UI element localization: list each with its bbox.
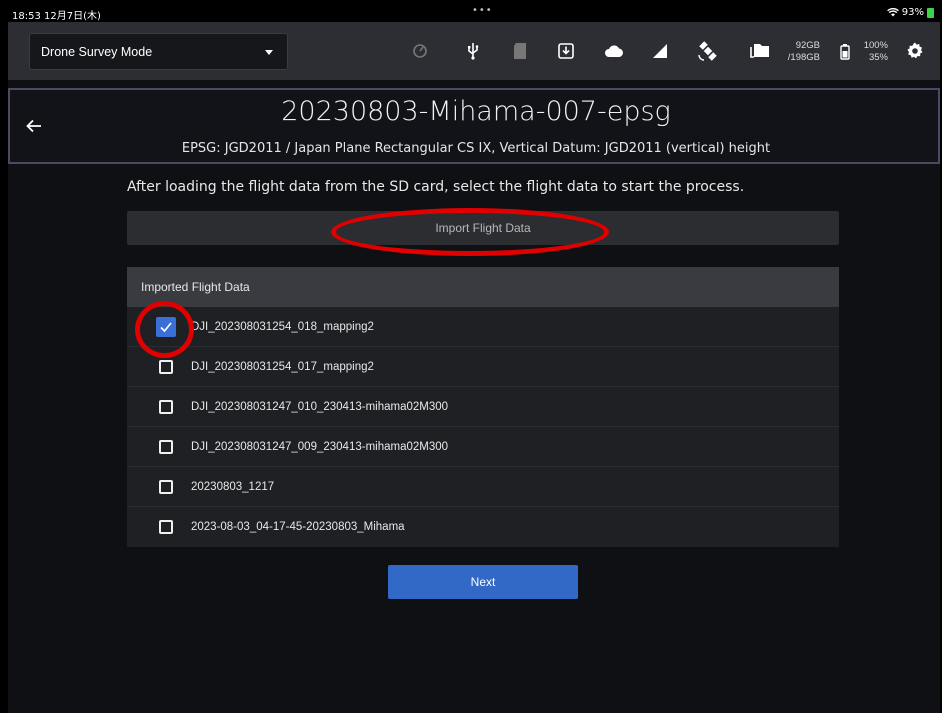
device-screen: 18:53 12月7日(木) ••• 93% Drone Survey Mode	[0, 0, 942, 713]
page-title: 20230803-Mihama-007-epsg	[281, 96, 671, 127]
list-item-label: DJI_202308031247_010_230413-mihama02M300	[191, 400, 449, 413]
list-item-label: 20230803_1217	[191, 480, 275, 493]
list-item[interactable]: DJI_202308031254_018_mapping2	[127, 307, 839, 347]
next-button[interactable]: Next	[388, 565, 578, 599]
checkbox[interactable]	[159, 520, 173, 534]
drone-battery-indicator: 100% 35%	[840, 36, 900, 68]
checkbox[interactable]	[159, 439, 173, 454]
list-item[interactable]: DJI_202308031254_017_mapping2	[127, 347, 839, 387]
checkbox-checked[interactable]	[156, 316, 176, 337]
storage-indicator: 92GB /198GB	[750, 36, 830, 68]
list-header: Imported Flight Data	[127, 267, 839, 307]
signal-icon[interactable]	[652, 42, 668, 60]
mode-select-value: Drone Survey Mode	[41, 44, 153, 59]
list-item[interactable]: DJI_202308031247_010_230413-mihama02M300	[127, 387, 839, 427]
status-time: 18:53 12月7日(木)	[12, 11, 101, 22]
battery-text: 100% 35%	[858, 40, 888, 64]
timer-icon[interactable]	[412, 42, 428, 60]
battery-top: 100%	[863, 40, 888, 51]
usb-icon[interactable]	[466, 42, 480, 60]
chevron-down-icon	[265, 50, 273, 55]
battery-bottom: 35%	[868, 52, 888, 63]
page-subtitle: EPSG: JGD2011 / Japan Plane Rectangular …	[181, 141, 771, 156]
list-item[interactable]: 2023-08-03_04-17-45-20230803_Mihama	[127, 507, 839, 547]
wifi-icon	[886, 8, 899, 17]
main-content: 20230803-Mihama-007-epsg EPSG: JGD2011 /…	[8, 80, 940, 713]
list-item-label: DJI_202308031254_018_mapping2	[191, 320, 374, 333]
imported-flight-data-list: Imported Flight Data DJI_202308031254_01…	[127, 267, 839, 547]
list-item-label: DJI_202308031254_017_mapping2	[191, 360, 374, 373]
check-icon	[160, 321, 172, 332]
list-rows: DJI_202308031254_018_mapping2 DJI_2023080…	[127, 307, 839, 547]
settings-icon[interactable]	[906, 42, 924, 60]
multitask-dots[interactable]: •••	[472, 5, 493, 16]
download-icon[interactable]	[558, 42, 574, 60]
app-toolbar: Drone Survey Mode 92GB /198GB 100% 35%	[8, 22, 940, 80]
storage-used: 92GB	[795, 40, 820, 51]
checkbox[interactable]	[159, 479, 173, 494]
battery-icon	[840, 44, 850, 60]
import-flight-data-button[interactable]: Import Flight Data	[127, 211, 839, 245]
battery-charging-icon	[927, 7, 934, 18]
storage-total: /198GB	[787, 52, 820, 63]
list-item-label: DJI_202308031247_009_230413-mihama02M300	[191, 440, 449, 453]
satellite-icon[interactable]	[698, 41, 718, 61]
sd-card-icon[interactable]	[513, 42, 527, 60]
checkbox[interactable]	[159, 399, 173, 414]
instruction-text: After loading the flight data from the S…	[127, 179, 745, 195]
status-bar: 18:53 12月7日(木) ••• 93%	[4, 4, 940, 22]
page-header: 20230803-Mihama-007-epsg EPSG: JGD2011 /…	[8, 88, 940, 164]
checkbox[interactable]	[159, 359, 173, 374]
list-item-label: 2023-08-03_04-17-45-20230803_Mihama	[191, 521, 405, 533]
list-item[interactable]: DJI_202308031247_009_230413-mihama02M300	[127, 427, 839, 467]
storage-text: 92GB /198GB	[782, 40, 820, 64]
battery-percent: 93%	[901, 7, 924, 18]
list-item[interactable]: 20230803_1217	[127, 467, 839, 507]
status-right: 93%	[886, 7, 934, 18]
folder-icon	[750, 44, 769, 58]
mode-select[interactable]: Drone Survey Mode	[29, 33, 288, 70]
cloud-icon[interactable]	[604, 42, 624, 60]
